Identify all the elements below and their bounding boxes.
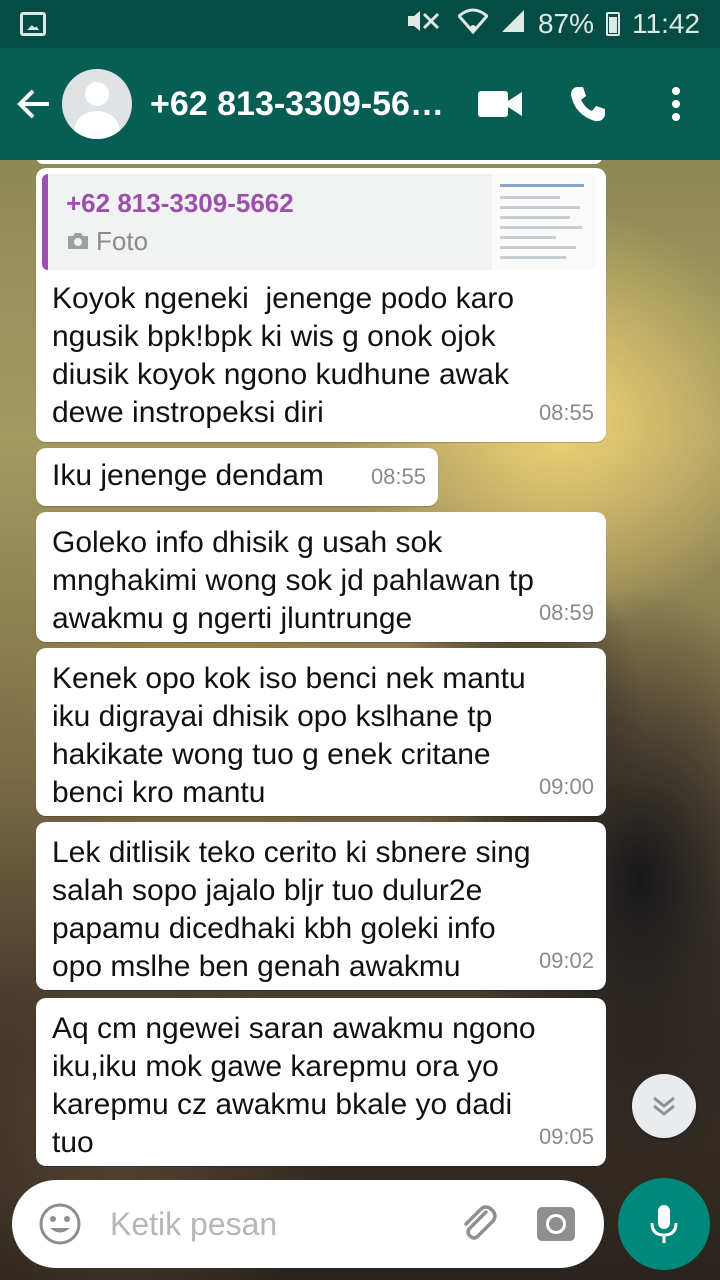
scroll-to-bottom-button[interactable] — [632, 1074, 696, 1138]
message-bubble[interactable]: Kenek opo kok iso benci nek mantu iku di… — [36, 648, 606, 816]
status-bar: 87% 11:42 — [0, 0, 720, 48]
video-call-icon[interactable] — [456, 48, 544, 160]
quoted-message[interactable]: +62 813-3309-5662 Foto — [42, 174, 596, 270]
message-text: Aq cm ngewei saran awakmu ngono iku,iku … — [52, 1012, 536, 1159]
signal-icon — [500, 8, 526, 41]
double-chevron-down-icon — [653, 1096, 675, 1116]
message-text: Goleko info dhisik g usah sok mnghakimi … — [52, 526, 534, 635]
message-time: 09:02 — [538, 948, 594, 973]
chat-header: +62 813-3309-56… — [0, 48, 720, 160]
message-text: Lek ditlisik teko cerito ki sbnere sing … — [52, 836, 531, 983]
mic-button[interactable] — [618, 1178, 710, 1270]
message-text: Kenek opo kok iso benci nek mantu iku di… — [52, 662, 526, 809]
clock: 11:42 — [632, 8, 700, 39]
mic-icon — [650, 1205, 678, 1243]
message-time: 08:55 — [538, 400, 594, 425]
emoji-icon[interactable] — [32, 1196, 88, 1252]
message-bubble[interactable]: Aq cm ngewei saran awakmu ngono iku,iku … — [36, 998, 606, 1166]
message-time: 08:55 — [370, 464, 426, 489]
phone-icon[interactable] — [544, 48, 632, 160]
mute-icon — [406, 8, 446, 41]
message-time: 09:05 — [538, 1124, 594, 1149]
message-bubble[interactable]: +62 813-3309-5662 Foto Koyok ngeneki jen… — [36, 168, 606, 442]
previous-message-edge — [36, 160, 602, 164]
contact-name[interactable]: +62 813-3309-56… — [150, 85, 450, 124]
message-bubble[interactable]: Iku jenenge dendam 08:55 — [36, 448, 438, 506]
quoted-photo-thumbnail — [492, 174, 596, 270]
camera-icon — [68, 233, 88, 249]
message-composer: Ketik pesan — [12, 1180, 604, 1268]
message-input[interactable]: Ketik pesan — [110, 1206, 450, 1243]
avatar[interactable] — [62, 69, 132, 139]
gallery-notification-icon — [20, 12, 46, 36]
battery-icon — [606, 12, 620, 36]
wifi-icon — [456, 8, 490, 41]
message-time: 08:59 — [538, 600, 594, 625]
message-text: Koyok ngeneki jenenge podo karo ngusik b… — [52, 282, 515, 429]
message-bubble[interactable]: Goleko info dhisik g usah sok mnghakimi … — [36, 512, 606, 642]
attach-icon[interactable] — [450, 1196, 506, 1252]
back-arrow-icon[interactable] — [6, 48, 62, 160]
message-text: Iku jenenge dendam — [52, 459, 324, 492]
quoted-type: Foto — [96, 226, 149, 256]
message-bubble[interactable]: Lek ditlisik teko cerito ki sbnere sing … — [36, 822, 606, 990]
message-list[interactable]: +62 813-3309-5662 Foto Koyok ngeneki jen… — [0, 160, 720, 1172]
message-time: 09:00 — [538, 774, 594, 799]
more-vert-icon[interactable] — [632, 48, 720, 160]
battery-percentage: 87% — [537, 8, 594, 39]
camera-icon[interactable] — [528, 1196, 584, 1252]
